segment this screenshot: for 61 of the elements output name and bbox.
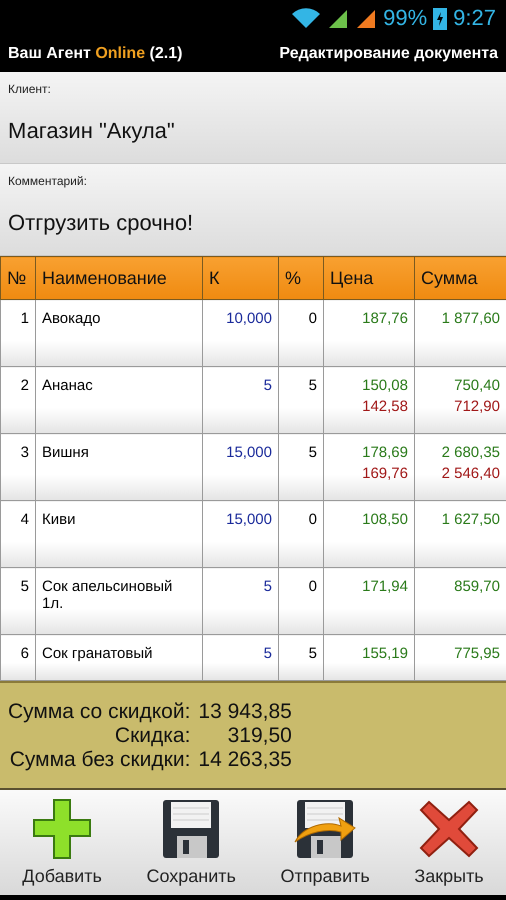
battery-charging-icon bbox=[433, 6, 448, 30]
table-cell: Сок апельсиновый 1л. bbox=[36, 568, 202, 634]
table-cell: 108,50 bbox=[324, 500, 414, 568]
table-cell: 155,19 bbox=[324, 634, 414, 680]
table-cell: 1 627,50 bbox=[414, 500, 506, 568]
clock: 9:27 bbox=[453, 5, 496, 31]
table-cell: 187,76 bbox=[324, 300, 414, 366]
table-cell: 0 bbox=[278, 500, 324, 568]
total-label: Сумма со скидкой: bbox=[8, 700, 190, 724]
table-cell: 150,08 142,58 bbox=[324, 366, 414, 434]
total-label: Скидка: bbox=[114, 724, 190, 748]
column-header: № bbox=[0, 256, 36, 300]
table-cell: 775,95 bbox=[414, 634, 506, 680]
total-value: 14 263,35 bbox=[198, 748, 292, 772]
toolbar-button[interactable]: Добавить bbox=[22, 798, 102, 887]
form-field[interactable]: Клиент: Магазин "Акула" bbox=[0, 72, 506, 164]
total-value: 13 943,85 bbox=[198, 700, 292, 724]
column-header: К bbox=[202, 256, 278, 300]
table-cell: 0 bbox=[278, 568, 324, 634]
toolbar-button[interactable]: Закрыть bbox=[414, 798, 484, 887]
table-cell: 2 680,35 2 546,40 bbox=[414, 434, 506, 500]
column-header: Сумма bbox=[414, 256, 506, 300]
total-value: 319,50 bbox=[226, 724, 292, 748]
table-cell: Авокадо bbox=[36, 300, 202, 366]
form-field[interactable]: Комментарий: Отгрузить срочно! bbox=[0, 164, 506, 256]
table-cell: Киви bbox=[36, 500, 202, 568]
table-cell: 5 bbox=[278, 434, 324, 500]
table-cell: 171,94 bbox=[324, 568, 414, 634]
table-cell: 1 877,60 bbox=[414, 300, 506, 366]
table-cell: 5 bbox=[202, 634, 278, 680]
column-header: Цена bbox=[324, 256, 414, 300]
table-cell: Сок гранатовый bbox=[36, 634, 202, 680]
battery-level: 99% bbox=[383, 5, 428, 31]
table-cell: 0 bbox=[278, 300, 324, 366]
floppy-disk-arrow-icon bbox=[293, 798, 358, 860]
table-cell: 178,69 169,76 bbox=[324, 434, 414, 500]
column-header: % bbox=[278, 256, 324, 300]
screen-title: Редактирование документа bbox=[279, 45, 498, 63]
app-title: Ваш Агент Online (2.1) bbox=[8, 45, 182, 63]
table-cell: 5 bbox=[278, 366, 324, 434]
table-cell: 15,000 bbox=[202, 500, 278, 568]
column-header: Наименование bbox=[36, 256, 202, 300]
table-cell: Ананас bbox=[36, 366, 202, 434]
table-cell: 10,000 bbox=[202, 300, 278, 366]
table-cell: 1 bbox=[0, 300, 36, 366]
total-label: Сумма без скидки: bbox=[8, 748, 190, 772]
table-cell: 750,40 712,90 bbox=[414, 366, 506, 434]
toolbar-button[interactable]: Сохранить bbox=[146, 798, 236, 887]
table-cell: 5 bbox=[202, 568, 278, 634]
toolbar-button[interactable]: Отправить bbox=[280, 798, 370, 887]
table-cell: 5 bbox=[202, 366, 278, 434]
table-cell: Вишня bbox=[36, 434, 202, 500]
table-cell: 2 bbox=[0, 366, 36, 434]
table-cell: 3 bbox=[0, 434, 36, 500]
table-cell: 5 bbox=[0, 568, 36, 634]
table-cell: 15,000 bbox=[202, 434, 278, 500]
table-cell: 4 bbox=[0, 500, 36, 568]
table-cell: 6 bbox=[0, 634, 36, 680]
table-cell: 5 bbox=[278, 634, 324, 680]
wifi-icon bbox=[291, 7, 322, 29]
table-cell: 859,70 bbox=[414, 568, 506, 634]
